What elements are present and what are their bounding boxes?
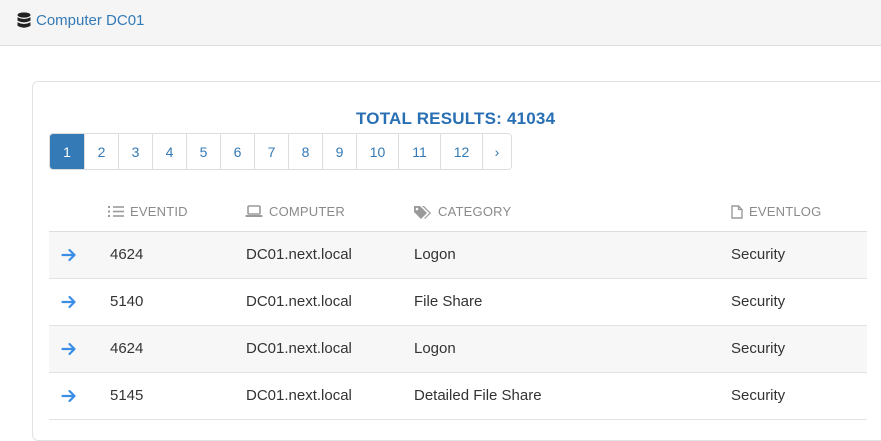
- page-3-button[interactable]: 3: [118, 134, 152, 169]
- page-4-button[interactable]: 4: [152, 134, 186, 169]
- tags-icon: [414, 205, 431, 219]
- page-7-button[interactable]: 7: [254, 134, 288, 169]
- cell-computer: DC01.next.local: [246, 246, 352, 263]
- column-header-eventid[interactable]: EVENTID: [108, 204, 188, 219]
- cell-eventid: 4624: [110, 340, 144, 357]
- arrow-right-icon[interactable]: [61, 388, 77, 404]
- column-label-category: CATEGORY: [438, 204, 512, 219]
- total-results: TOTAL RESULTS: 41034: [356, 109, 556, 128]
- table-row[interactable]: 4624 DC01.next.local Logon Security: [49, 232, 867, 279]
- cell-eventlog: Security: [731, 246, 786, 263]
- cell-computer: DC01.next.local: [246, 340, 352, 357]
- cell-category: Logon: [414, 246, 456, 263]
- table-row[interactable]: 5140 DC01.next.local File Share Security: [49, 279, 867, 326]
- page-9-button[interactable]: 9: [322, 134, 356, 169]
- page-8-button[interactable]: 8: [288, 134, 322, 169]
- arrow-right-icon[interactable]: [61, 294, 77, 310]
- cell-eventlog: Security: [731, 387, 786, 404]
- cell-eventid: 5140: [110, 293, 144, 310]
- page-12-button[interactable]: 12: [440, 134, 482, 169]
- table-row[interactable]: 5145 DC01.next.local Detailed File Share…: [49, 373, 867, 420]
- table-header: EVENTID COMPUTER CATEGORY EVENTLOG: [49, 192, 867, 232]
- cell-category: Logon: [414, 340, 456, 357]
- page-1-button[interactable]: 1: [50, 134, 84, 169]
- breadcrumb[interactable]: Computer DC01: [17, 11, 144, 31]
- cell-category: Detailed File Share: [414, 387, 542, 404]
- column-header-category[interactable]: CATEGORY: [413, 204, 511, 219]
- arrow-right-icon[interactable]: [61, 247, 77, 263]
- database-icon: [17, 12, 31, 30]
- list-ol-icon: [108, 206, 124, 217]
- table-row[interactable]: 4624 DC01.next.local Logon Security: [49, 326, 867, 373]
- column-header-computer[interactable]: COMPUTER: [245, 204, 345, 219]
- cell-category: File Share: [414, 293, 483, 310]
- arrow-right-icon[interactable]: [61, 341, 77, 357]
- cell-computer: DC01.next.local: [246, 293, 352, 310]
- file-icon: [731, 204, 743, 219]
- laptop-icon: [245, 205, 263, 217]
- cell-eventid: 4624: [110, 246, 144, 263]
- page-2-button[interactable]: 2: [84, 134, 118, 169]
- top-navbar: Computer DC01: [0, 0, 881, 46]
- page-10-button[interactable]: 10: [356, 134, 398, 169]
- next-page-button[interactable]: ›: [482, 134, 511, 169]
- column-label-eventid: EVENTID: [130, 204, 188, 219]
- breadcrumb-computer-link[interactable]: Computer DC01: [36, 11, 144, 31]
- cell-eventlog: Security: [731, 340, 786, 357]
- column-header-eventlog[interactable]: EVENTLOG: [731, 204, 821, 219]
- cell-computer: DC01.next.local: [246, 387, 352, 404]
- cell-eventid: 5145: [110, 387, 144, 404]
- page-11-button[interactable]: 11: [398, 134, 440, 169]
- cell-eventlog: Security: [731, 293, 786, 310]
- column-label-eventlog: EVENTLOG: [749, 204, 822, 219]
- page-5-button[interactable]: 5: [186, 134, 220, 169]
- pagination: 1 2 3 4 5 6 7 8 9 10 11 12 ›: [49, 133, 512, 170]
- page-6-button[interactable]: 6: [220, 134, 254, 169]
- column-label-computer: COMPUTER: [269, 204, 345, 219]
